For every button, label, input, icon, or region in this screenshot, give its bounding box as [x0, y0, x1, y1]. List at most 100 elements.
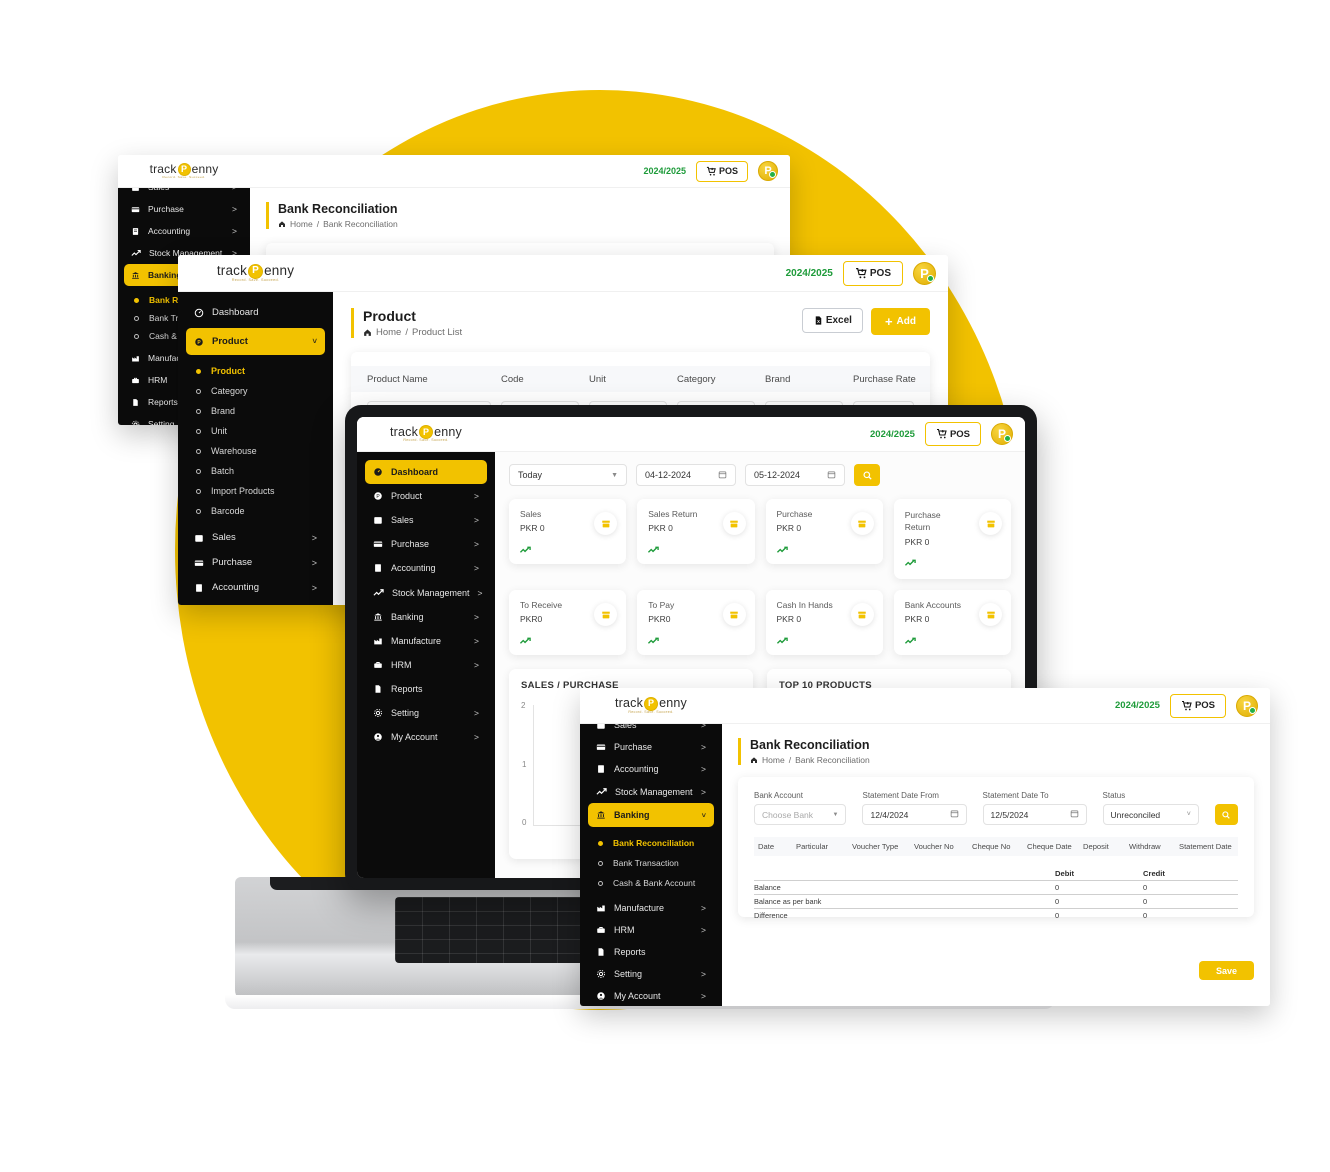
pos-label: POS: [869, 267, 891, 279]
sidebar-subitem-brand[interactable]: Brand: [190, 401, 325, 421]
report-icon: [131, 398, 140, 407]
stat-card-cash-in-hands[interactable]: Cash In Hands PKR 0: [765, 590, 883, 655]
app-logo[interactable]: track P enny Record. Save. Succeed.: [178, 255, 333, 291]
table-header-cell: Purchase Rate: [853, 373, 916, 385]
logo-text-before: track: [149, 162, 177, 177]
user-avatar[interactable]: P: [913, 261, 936, 285]
sidebar-item-setting[interactable]: Setting >: [588, 963, 714, 985]
sidebar-item-banking[interactable]: Banking >: [365, 605, 487, 629]
sidebar-item-sales[interactable]: Sales >: [588, 724, 714, 736]
sidebar-item-my-account[interactable]: My Account >: [588, 985, 714, 1006]
sidebar-item-purchase[interactable]: Purchase >: [588, 736, 714, 758]
app-logo[interactable]: track P enny Record. Save. Succeed.: [357, 417, 495, 451]
stat-card-to-receive[interactable]: To Receive PKR0: [509, 590, 627, 655]
user-avatar[interactable]: P: [758, 161, 778, 181]
sidebar-item-dashboard[interactable]: Dashboard: [186, 300, 325, 325]
sidebar-subitem-label: Warehouse: [211, 446, 257, 456]
stat-card-purchase[interactable]: Purchase PKR 0: [765, 499, 883, 564]
sidebar-item-banking[interactable]: Banking ˅: [588, 803, 714, 827]
statement-date-to-label: Statement Date To: [982, 791, 1049, 800]
stat-card-bank-accounts[interactable]: Bank Accounts PKR 0: [893, 590, 1011, 655]
breadcrumb-home[interactable]: Home: [376, 327, 401, 338]
statement-date-to-input[interactable]: 12/5/2024: [982, 804, 1087, 825]
briefcase-icon: [131, 376, 140, 385]
sidebar: Dashboard P Product ˅ Product Category B…: [178, 292, 333, 605]
sidebar-item-sales[interactable]: Sales >: [186, 525, 325, 550]
bank-account-label: Bank Account: [754, 791, 803, 800]
sidebar-item-accounting[interactable]: Accounting >: [124, 220, 244, 242]
bank-account-select[interactable]: Choose Bank ▼: [754, 804, 847, 825]
user-avatar[interactable]: P: [991, 423, 1013, 445]
sidebar-item-label: Purchase: [614, 742, 653, 752]
y-axis-tick: 1: [522, 760, 527, 769]
sidebar-item-purchase[interactable]: Purchase >: [186, 550, 325, 575]
pos-button[interactable]: POS: [924, 422, 981, 446]
sidebar-subitem-barcode[interactable]: Barcode: [190, 501, 325, 521]
save-button[interactable]: Save: [1199, 961, 1254, 980]
status-select[interactable]: Unreconciled ˅: [1102, 804, 1199, 825]
sidebar-item-purchase[interactable]: Purchase >: [124, 198, 244, 220]
stat-card-purchase-return[interactable]: Purchase Return PKR 0: [893, 499, 1011, 579]
sidebar-subitem-unit[interactable]: Unit: [190, 421, 325, 441]
stat-card-to-pay[interactable]: To Pay PKR0: [637, 590, 755, 655]
sidebar-item-reports[interactable]: Reports: [588, 941, 714, 963]
chevron-right-icon: >: [474, 539, 479, 549]
search-button[interactable]: [1214, 804, 1238, 825]
sidebar-item-setting[interactable]: Setting >: [365, 701, 487, 725]
add-button[interactable]: + Add: [870, 308, 930, 335]
sidebar-subitem-category[interactable]: Category: [190, 381, 325, 401]
sidebar-subitem-warehouse[interactable]: Warehouse: [190, 441, 325, 461]
sidebar-item-dashboard[interactable]: Dashboard: [365, 460, 487, 484]
sidebar-subitem-import-products[interactable]: Import Products: [190, 481, 325, 501]
sidebar-item-hrm[interactable]: HRM >: [588, 919, 714, 941]
sidebar-subitem-bank-transaction[interactable]: Bank Transaction: [592, 853, 714, 873]
sidebar-item-sales[interactable]: Sales >: [124, 188, 244, 198]
sidebar-item-manufacture[interactable]: Manufacture >: [588, 897, 714, 919]
user-avatar[interactable]: P: [1236, 694, 1258, 717]
sidebar-subitem-bank-reconciliation[interactable]: Bank Reconciliation: [592, 833, 714, 853]
app-logo[interactable]: track P enny Record. Save. Succeed.: [580, 688, 722, 723]
chevron-right-icon: >: [232, 188, 237, 192]
app-logo[interactable]: track P enny Record. Save. Succeed.: [118, 155, 250, 187]
sidebar-item-product[interactable]: P Product ˅: [186, 328, 325, 355]
sidebar-item-stock-management[interactable]: Stock Management >: [588, 780, 714, 803]
sidebar-subitem-batch[interactable]: Batch: [190, 461, 325, 481]
sidebar-subitem-cash-bank-account[interactable]: Cash & Bank Account: [592, 873, 714, 893]
sidebar-item-purchase[interactable]: Purchase >: [365, 532, 487, 556]
sidebar-item-manufacture[interactable]: Manufacture >: [365, 629, 487, 653]
breadcrumb-home[interactable]: Home: [290, 219, 313, 229]
statement-date-from-input[interactable]: 12/4/2024: [862, 804, 967, 825]
date-range-select[interactable]: Today ▼: [509, 464, 627, 486]
excel-export-button[interactable]: X Excel: [801, 308, 863, 333]
search-button[interactable]: [854, 464, 880, 486]
sidebar-item-accounting[interactable]: Accounting >: [365, 556, 487, 580]
sidebar-item-hrm[interactable]: HRM >: [365, 653, 487, 677]
stat-card-sales-return[interactable]: Sales Return PKR 0: [637, 499, 755, 564]
sidebar-item-label: HRM: [148, 375, 168, 385]
sidebar-item-accounting[interactable]: Accounting >: [186, 575, 325, 600]
pos-button[interactable]: POS: [695, 160, 748, 182]
date-from-input[interactable]: 04-12-2024: [636, 464, 736, 486]
sidebar-item-reports[interactable]: Reports: [365, 677, 487, 701]
sidebar-item-stock-management[interactable]: Stock Management >: [365, 580, 487, 605]
bank-icon: [131, 271, 140, 280]
sidebar-item-label: Reports: [148, 397, 178, 407]
date-to-value: 05-12-2024: [754, 470, 801, 480]
breadcrumb-home[interactable]: Home: [762, 755, 785, 765]
y-axis-tick: 0: [522, 818, 527, 827]
summary-header-row: Debit Credit: [754, 869, 1238, 880]
sidebar-item-my-account[interactable]: My Account >: [365, 725, 487, 749]
breadcrumb: Home / Bank Reconciliation: [750, 755, 1254, 765]
page-title: Product: [363, 308, 416, 324]
chevron-right-icon: >: [311, 557, 317, 568]
sidebar-subitem-product[interactable]: Product: [190, 361, 325, 381]
pos-button[interactable]: POS: [1169, 693, 1226, 718]
window-bank-reconciliation-front: track P enny Record. Save. Succeed. 2024…: [580, 688, 1270, 1006]
box-icon: [602, 520, 610, 527]
stat-card-sales[interactable]: Sales PKR 0: [509, 499, 627, 564]
pos-button[interactable]: POS: [842, 260, 903, 286]
sidebar-item-accounting[interactable]: Accounting >: [588, 758, 714, 780]
sidebar-item-sales[interactable]: Sales >: [365, 508, 487, 532]
date-to-input[interactable]: 05-12-2024: [745, 464, 845, 486]
sidebar-item-product[interactable]: P Product >: [365, 484, 487, 508]
